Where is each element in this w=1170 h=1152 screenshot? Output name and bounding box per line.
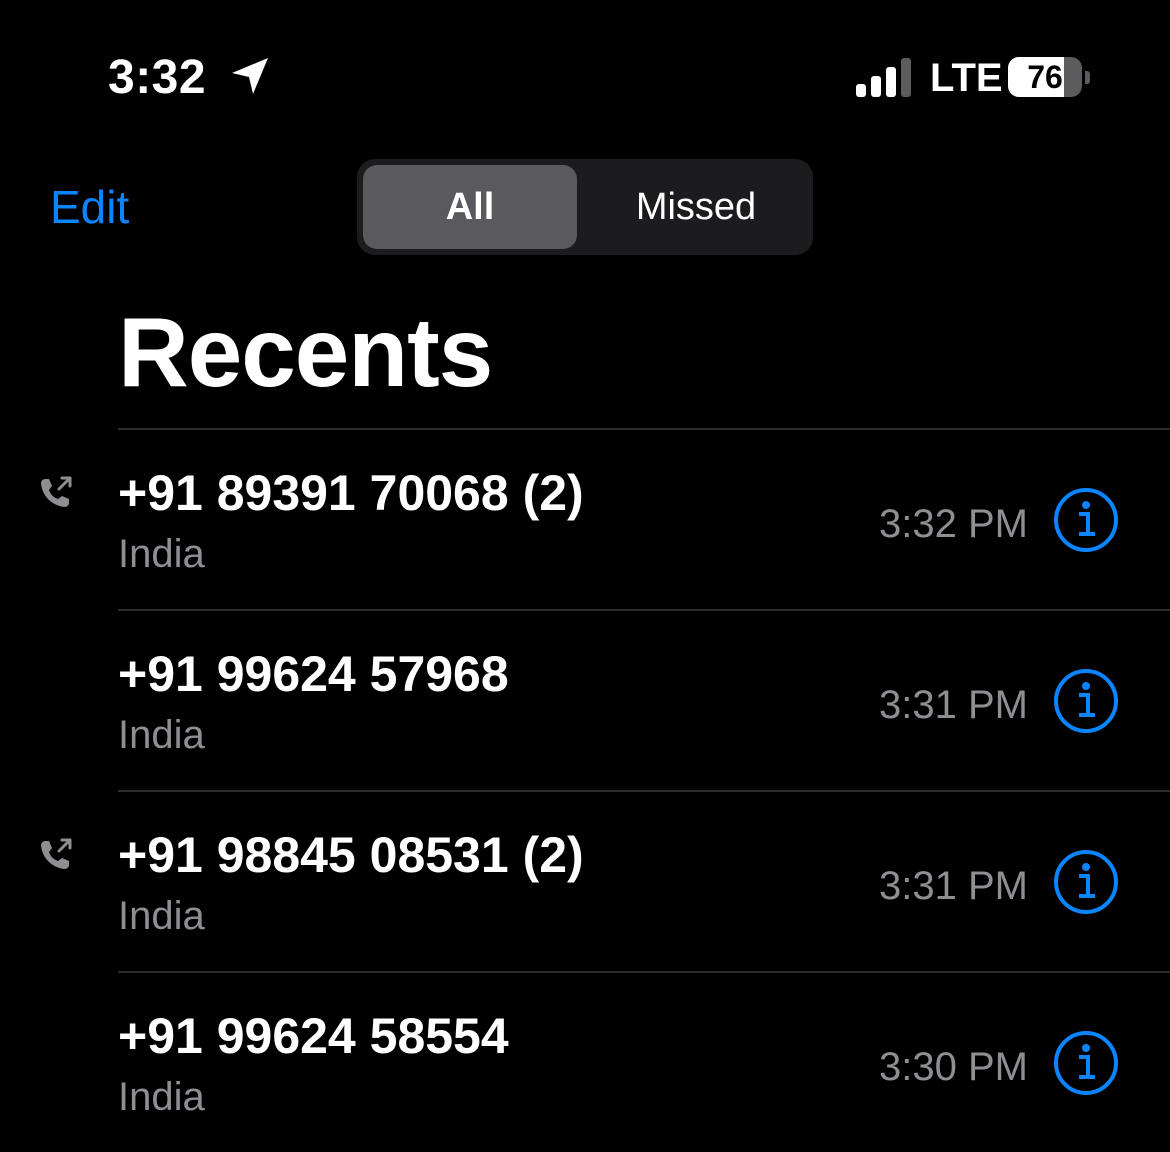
row-divider xyxy=(118,971,1170,973)
battery-body: 76 xyxy=(1008,57,1082,97)
info-icon[interactable] xyxy=(1052,667,1120,735)
call-row[interactable]: +91 89391 70068 (2) India 3:32 PM xyxy=(0,428,1170,609)
segment-all[interactable]: All xyxy=(363,165,577,249)
cellular-signal-icon xyxy=(856,58,911,97)
location-arrow-icon xyxy=(232,58,268,94)
edit-button[interactable]: Edit xyxy=(50,180,129,234)
info-icon[interactable] xyxy=(1052,486,1120,554)
call-row[interactable]: +91 99624 58554 India 3:30 PM xyxy=(0,971,1170,1152)
page-title: Recents xyxy=(118,297,493,407)
signal-bar xyxy=(871,76,881,97)
signal-bar xyxy=(856,84,866,97)
network-type-label: LTE xyxy=(930,56,1003,100)
signal-bar xyxy=(901,58,911,97)
call-time: 3:31 PM xyxy=(879,683,1028,727)
outgoing-call-icon xyxy=(41,838,72,869)
status-time: 3:32 xyxy=(108,51,207,104)
row-divider xyxy=(118,428,1170,430)
call-location: India xyxy=(118,713,205,757)
call-number: +91 98845 08531 (2) xyxy=(118,827,584,883)
call-time: 3:31 PM xyxy=(879,864,1028,908)
call-time: 3:30 PM xyxy=(879,1045,1028,1089)
row-divider xyxy=(118,609,1170,611)
call-location: India xyxy=(118,894,205,938)
call-location: India xyxy=(118,532,205,576)
battery-tip xyxy=(1085,71,1090,84)
outgoing-call-icon xyxy=(41,476,72,507)
call-row[interactable]: +91 99624 57968 India 3:31 PM xyxy=(0,609,1170,790)
segment-missed[interactable]: Missed xyxy=(585,165,807,249)
call-row[interactable]: +91 98845 08531 (2) India 3:31 PM xyxy=(0,790,1170,971)
status-bar: 3:32 LTE 76 xyxy=(0,0,1170,140)
row-divider xyxy=(118,790,1170,792)
call-location: India xyxy=(118,1075,205,1119)
signal-bar xyxy=(886,67,896,97)
filter-segmented-control: All Missed xyxy=(357,159,813,255)
recents-list: +91 89391 70068 (2) India 3:32 PM +91 99… xyxy=(0,428,1170,1152)
call-time: 3:32 PM xyxy=(879,502,1028,546)
info-icon[interactable] xyxy=(1052,1029,1120,1097)
call-number: +91 99624 58554 xyxy=(118,1008,509,1064)
battery-level: 76 xyxy=(1027,59,1063,95)
info-icon[interactable] xyxy=(1052,848,1120,916)
battery-indicator: 76 xyxy=(1008,57,1090,99)
call-number: +91 99624 57968 xyxy=(118,646,509,702)
call-number: +91 89391 70068 (2) xyxy=(118,465,584,521)
